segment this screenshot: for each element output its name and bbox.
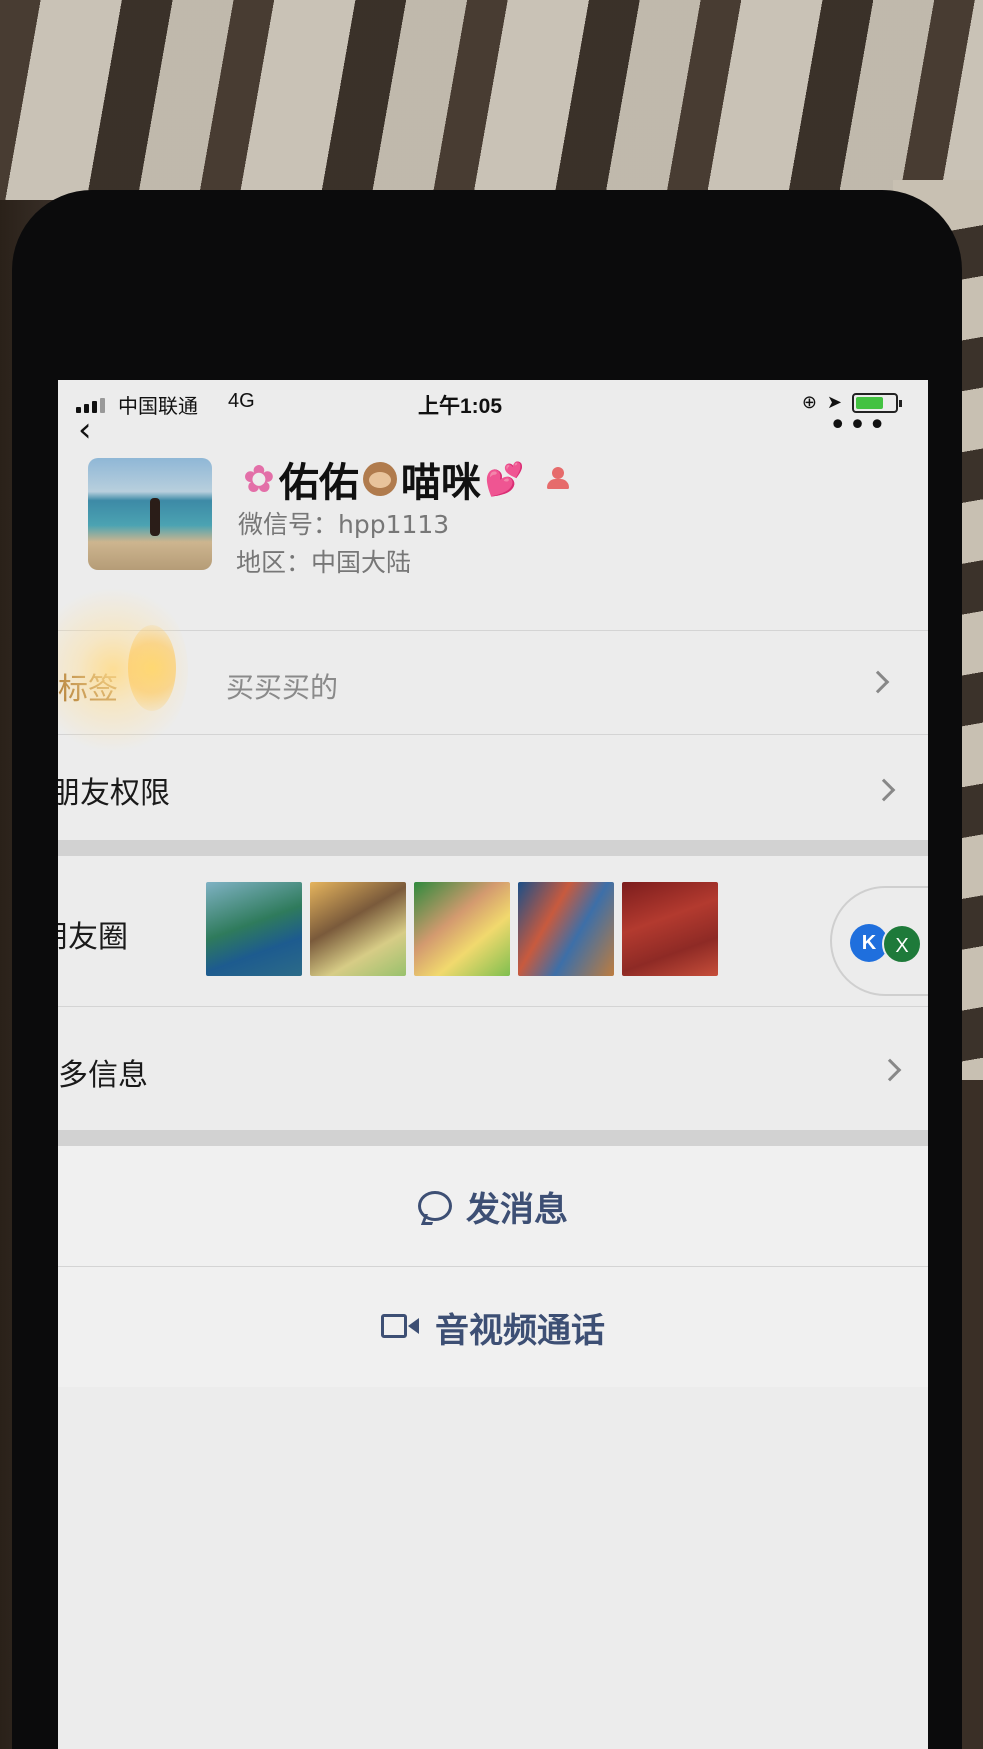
avatar[interactable] <box>88 458 212 570</box>
row-moments[interactable]: 朋友圈 K X <box>58 856 928 1006</box>
name-part-2: 喵咪 <box>400 460 481 506</box>
status-bar: 中国联通 4G 上午1:05 ⊕ ➤ <box>58 380 928 430</box>
more-info-label: 更多信息 <box>58 1058 148 1093</box>
network-label: 4G <box>228 390 255 412</box>
moments-label: 朋友圈 <box>58 920 128 955</box>
section-gap <box>58 840 928 856</box>
moments-thumbnail <box>414 882 510 976</box>
phone-screen: 中国联通 4G 上午1:05 ⊕ ➤ ‹ ••• ✿ 佑佑 喵咪 💕 微信号：h… <box>58 380 928 1749</box>
row-more-info[interactable]: 更多信息 <box>58 1006 928 1130</box>
moments-thumbnail <box>310 882 406 976</box>
video-call-button[interactable]: 音视频通话 <box>58 1267 928 1387</box>
moments-thumbnail <box>518 882 614 976</box>
clock: 上午1:05 <box>418 395 503 418</box>
permissions-label: 朋友权限 <box>58 776 170 811</box>
send-message-button[interactable]: 发消息 <box>58 1146 928 1266</box>
floating-app-bubble[interactable]: K X <box>830 886 928 996</box>
video-call-label: 音视频通话 <box>435 1310 605 1351</box>
moments-thumbnails[interactable] <box>206 882 718 976</box>
carrier-label: 中国联通 <box>118 396 198 418</box>
back-button[interactable]: ‹ <box>78 410 118 450</box>
chat-bubble-icon <box>418 1191 452 1221</box>
more-dots-icon: ••• <box>828 408 888 443</box>
tag-label: 标签 <box>58 672 118 707</box>
chevron-right-icon <box>872 778 896 802</box>
moments-thumbnail <box>622 882 718 976</box>
tag-value: 买买买的 <box>226 671 339 704</box>
chevron-right-icon <box>866 670 890 694</box>
flower-emoji-icon: ✿ <box>243 457 275 501</box>
section-gap <box>58 1130 928 1146</box>
hearts-emoji-icon: 💕 <box>484 460 525 498</box>
name-part-1: 佑佑 <box>278 460 359 506</box>
female-icon <box>546 467 569 491</box>
profile-name: ✿ 佑佑 喵咪 💕 <box>243 450 569 508</box>
rotation-lock-icon: ⊕ <box>801 392 817 412</box>
monkey-emoji-icon <box>362 462 397 496</box>
chevron-left-icon: ‹ <box>78 410 92 450</box>
send-message-label: 发消息 <box>466 1189 568 1230</box>
more-button[interactable]: ••• <box>829 408 888 443</box>
video-camera-icon <box>381 1314 421 1340</box>
region: 地区：中国大陆 <box>236 548 412 577</box>
chevron-right-icon <box>878 1058 902 1082</box>
row-tags[interactable]: 标签 买买买的 <box>58 630 928 734</box>
wechat-id: 微信号：hpp1113 <box>238 510 450 539</box>
moments-thumbnail <box>206 882 302 976</box>
row-friend-permissions[interactable]: 朋友权限 <box>58 734 928 840</box>
app-badge-x: X <box>882 924 922 964</box>
